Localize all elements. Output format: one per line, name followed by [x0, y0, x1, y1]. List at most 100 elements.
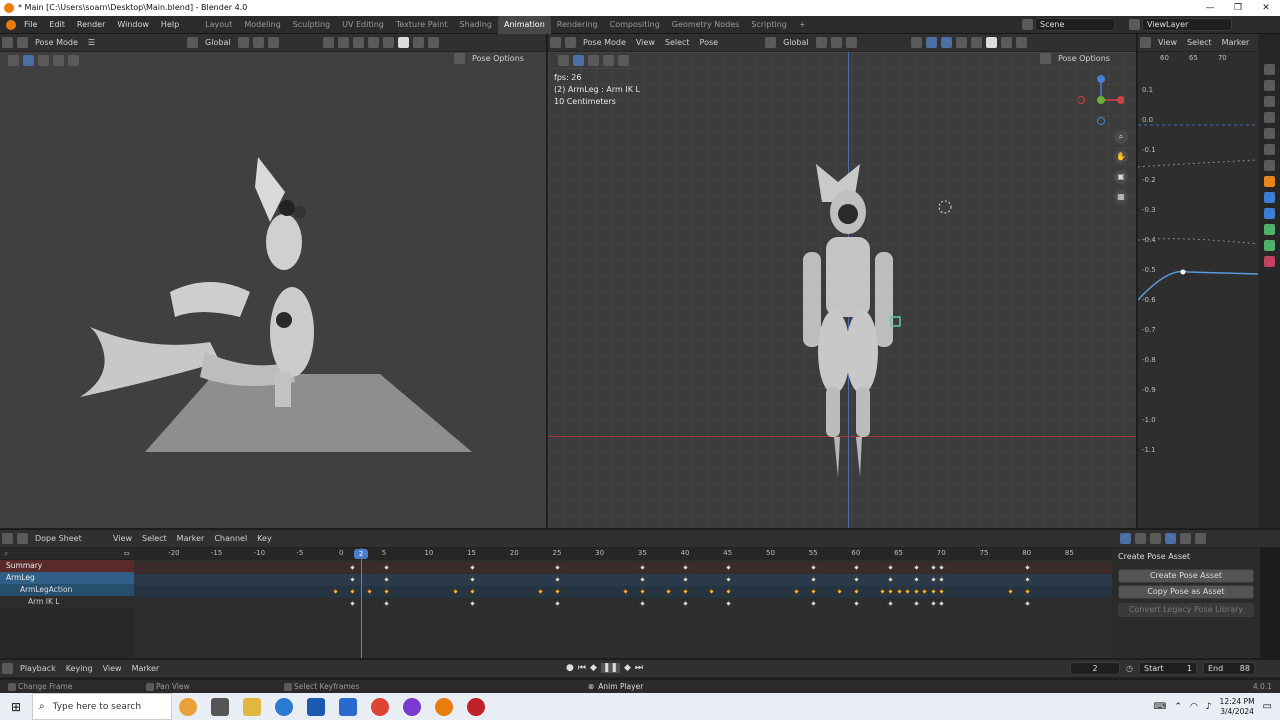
pivot-icon[interactable]	[237, 37, 249, 48]
tab-animation[interactable]: Animation	[497, 15, 551, 34]
blender-taskbar-icon[interactable]	[435, 697, 453, 716]
channel-expand-icon[interactable]: ⇔	[123, 549, 130, 558]
cancel-job-icon[interactable]: ⊗	[588, 680, 594, 693]
recorder-icon[interactable]	[467, 697, 485, 716]
tab-texture-paint[interactable]: Texture Paint	[390, 16, 454, 34]
physics-tab-icon[interactable]	[1263, 208, 1275, 219]
create-pose-asset-button[interactable]: Create Pose Asset	[1118, 569, 1254, 583]
app-icon[interactable]	[403, 697, 421, 716]
render-tab-icon[interactable]	[1263, 80, 1275, 91]
menu-select[interactable]: Select	[137, 530, 172, 548]
overlay-icon[interactable]	[352, 37, 364, 48]
tab-compositing[interactable]: Compositing	[604, 16, 666, 34]
visibility-icon[interactable]	[910, 37, 922, 48]
keyframe[interactable]	[1023, 599, 1031, 608]
menu-window[interactable]: Window	[111, 16, 155, 34]
tab-rendering[interactable]: Rendering	[551, 16, 604, 34]
editor-type-icon[interactable]	[2, 663, 13, 674]
menu-file[interactable]: File	[18, 16, 43, 34]
channel-object[interactable]: ArmLeg	[0, 572, 134, 584]
current-frame-field[interactable]: 2	[1070, 662, 1120, 675]
volume-icon[interactable]: ♪	[1206, 702, 1212, 712]
edge-icon[interactable]	[275, 697, 293, 716]
zoom-icon[interactable]: ⌕	[1114, 130, 1128, 144]
keyframe[interactable]	[682, 599, 690, 608]
xray-icon[interactable]	[367, 37, 379, 48]
taskbar-clock[interactable]: 12:24 PM 3/4/2024	[1220, 697, 1255, 717]
snap-icon[interactable]	[830, 37, 842, 48]
show-errors-icon[interactable]	[1135, 533, 1146, 544]
chrome-icon[interactable]	[371, 697, 389, 716]
tab-uv-editing[interactable]: UV Editing	[336, 16, 390, 34]
editor-type-icon[interactable]	[1140, 37, 1151, 48]
windows-start-icon[interactable]: ⊞	[0, 700, 32, 714]
close-button[interactable]: ✕	[1252, 0, 1280, 16]
tab-scripting[interactable]: Scripting	[745, 16, 793, 34]
prev-keyframe-icon[interactable]: ◆	[590, 663, 597, 673]
editor-type-icon[interactable]	[550, 37, 561, 48]
menu-pose[interactable]: Pose	[695, 34, 724, 52]
menu-playback[interactable]: Playback	[15, 660, 61, 678]
dope-sheet-area[interactable]: 2 -20 -15 -10 -5 0 5 10 15 20 25 30 35 40 45 50 55 60 65 7…	[134, 548, 1112, 658]
visibility-icon[interactable]	[322, 37, 334, 48]
record-icon[interactable]: ●	[566, 663, 574, 673]
object-tab-icon[interactable]	[1263, 176, 1275, 187]
menu-keying[interactable]: Keying	[61, 660, 98, 678]
view-layer-tab-icon[interactable]	[1263, 112, 1275, 123]
maximize-button[interactable]: ❐	[1224, 0, 1252, 16]
keyframe[interactable]	[938, 599, 946, 608]
tray-chevron-icon[interactable]: ⌃	[1174, 702, 1182, 712]
shading-wire-icon[interactable]	[382, 37, 394, 48]
copy-pose-asset-button[interactable]: Copy Pose as Asset	[1118, 585, 1254, 599]
menu-view[interactable]: View	[1153, 34, 1182, 52]
convert-legacy-button[interactable]: Convert Legacy Pose Library	[1118, 603, 1254, 617]
overlay-icon[interactable]	[940, 37, 952, 48]
channel-summary[interactable]: Summary	[0, 560, 134, 572]
only-selected-icon[interactable]	[1120, 533, 1131, 544]
gizmo-z-axis[interactable]	[1097, 75, 1105, 83]
keyframe[interactable]	[639, 599, 647, 608]
snap-icon[interactable]	[252, 37, 264, 48]
menu-channel[interactable]: Channel	[209, 530, 252, 548]
notification-icon[interactable]: ▭	[1263, 701, 1272, 712]
gizmo-icon[interactable]	[925, 37, 937, 48]
channel-action[interactable]: ArmLegAction	[0, 584, 134, 596]
tab-shading[interactable]: Shading	[453, 16, 498, 34]
xray-icon[interactable]	[955, 37, 967, 48]
menu-help[interactable]: Help	[155, 16, 185, 34]
start-frame-field[interactable]: Start 1	[1138, 662, 1197, 675]
ortho-grid-icon[interactable]: ▦	[1114, 190, 1128, 204]
menu-key[interactable]: Key	[252, 530, 277, 548]
scene-field[interactable]: Scene	[1035, 18, 1115, 31]
constraint-tab-icon[interactable]	[1263, 224, 1275, 235]
pan-hand-icon[interactable]: ✋	[1114, 150, 1128, 164]
interpolation-icon[interactable]	[1195, 533, 1206, 544]
file-explorer-icon[interactable]	[243, 697, 261, 716]
menu-marker[interactable]: Marker	[127, 660, 165, 678]
menu-marker[interactable]: Marker	[172, 530, 210, 548]
hamburger-icon[interactable]: ☰	[83, 34, 100, 52]
task-view-icon[interactable]	[211, 697, 229, 716]
editor-type-icon[interactable]	[2, 533, 13, 544]
taskbar-search[interactable]: ⌕ Type here to search	[32, 693, 172, 720]
keyboard-icon[interactable]: ⌨	[1153, 702, 1166, 712]
pivot-icon[interactable]	[815, 37, 827, 48]
store-icon[interactable]	[307, 697, 325, 716]
menu-marker[interactable]: Marker	[1217, 34, 1255, 52]
editor-type-icon[interactable]	[2, 37, 13, 48]
mode-select[interactable]: Pose Mode	[30, 34, 83, 52]
camera-view-icon[interactable]: ▣	[1114, 170, 1128, 184]
jump-end-icon[interactable]: ⏭	[635, 663, 643, 673]
tab-geometry-nodes[interactable]: Geometry Nodes	[666, 16, 745, 34]
keyframe[interactable]	[383, 599, 391, 608]
graph-editor[interactable]: 60 65 70 0.1 0.0 -0.1 -0.2 -0.3 -0.4 -0.…	[1138, 52, 1258, 528]
keyframe[interactable]	[724, 599, 732, 608]
shading-rendered-icon[interactable]	[1015, 37, 1027, 48]
tab-modeling[interactable]: Modeling	[238, 16, 286, 34]
data-tab-icon[interactable]	[1263, 240, 1275, 251]
viewport-left[interactable]: Pose Options	[0, 52, 546, 528]
channel-bone-group[interactable]: Arm IK L	[0, 596, 134, 608]
material-tab-icon[interactable]	[1263, 256, 1275, 267]
keyframe[interactable]	[468, 599, 476, 608]
menu-select[interactable]: Select	[660, 34, 695, 52]
